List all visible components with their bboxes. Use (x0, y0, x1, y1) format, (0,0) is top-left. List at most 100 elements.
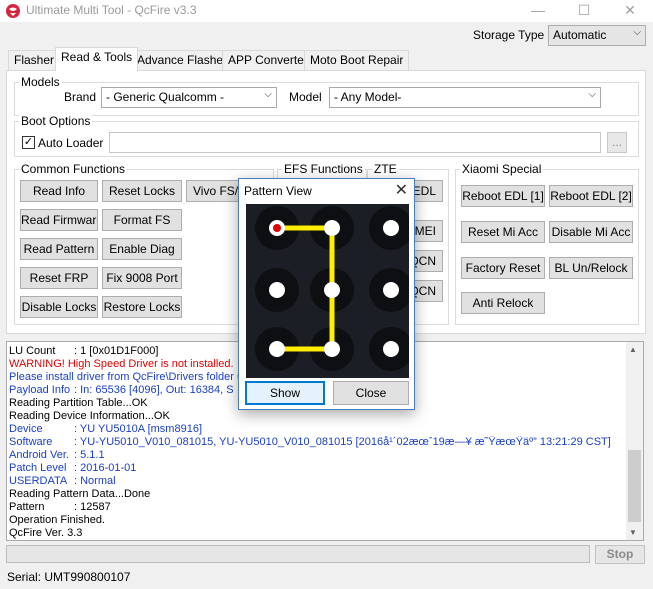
read-firmware-button[interactable]: Read Firmware (20, 209, 98, 231)
reset-mi-acc-button[interactable]: Reset Mi Acc (461, 221, 545, 243)
disable-mi-acc-button[interactable]: Disable Mi Acc (549, 221, 633, 243)
log-key: Pattern (9, 501, 45, 513)
vivo-fs-button[interactable]: Vivo FS/ (186, 180, 242, 202)
maximize-button[interactable]: ☐ (561, 0, 607, 22)
brand-select[interactable]: - Generic Qualcomm - ⌵ (101, 87, 277, 108)
title-bar: Ultimate Multi Tool - QcFire v3.3 — ☐ ✕ (0, 0, 653, 22)
log-value: : In: 65536 [4096], Out: 16384, S (74, 384, 234, 396)
common-functions-group-title: Common Functions (19, 162, 128, 176)
log-line: QcFire Ver. 3.3 (9, 527, 621, 540)
model-value: - Any Model- (334, 90, 402, 104)
pattern-svg (255, 206, 409, 371)
brand-label: Brand (64, 90, 97, 104)
log-line: Patch Level : 2016-01-01 (9, 462, 621, 475)
show-button[interactable]: Show (245, 381, 325, 405)
storage-type-select[interactable]: Automatic ⌵ (548, 25, 646, 46)
log-line: Software: YU-YU5010_V010_081015, YU-YU50… (9, 436, 621, 449)
storage-type-value: Automatic (553, 28, 607, 42)
models-group-title: Models (19, 75, 62, 89)
browse-loader-button[interactable]: ... (607, 132, 627, 153)
log-key: USERDATA (9, 475, 68, 487)
log-value: : 5.1.1 (74, 449, 105, 461)
reboot-edl-1-button[interactable]: Reboot EDL [1] (461, 185, 545, 207)
pattern-node-dot (324, 220, 340, 236)
format-fs-button[interactable]: Format FS (102, 209, 182, 231)
scroll-thumb[interactable] (628, 450, 641, 522)
disable-locks-button[interactable]: Disable Locks (20, 296, 98, 318)
log-value: Reading Partition Table...OK (9, 397, 148, 409)
reset-locks-button[interactable]: Reset Locks (102, 180, 182, 202)
progress-bar (6, 545, 590, 563)
pattern-canvas (246, 204, 409, 378)
log-value: QcFire Ver. 3.3 (9, 527, 83, 539)
read-info-button[interactable]: Read Info (20, 180, 98, 202)
dialog-title: Pattern View (244, 184, 312, 198)
minimize-button[interactable]: — (515, 0, 561, 22)
model-select[interactable]: - Any Model- ⌵ (329, 87, 601, 108)
log-line: USERDATA : Normal (9, 475, 621, 488)
log-value: : 12587 (74, 501, 111, 513)
loader-path-input[interactable] (109, 132, 601, 153)
auto-loader-label: Auto Loader (38, 136, 104, 150)
log-key: Software (9, 436, 53, 448)
log-value: Operation Finished. (9, 514, 105, 526)
log-value: WARNING! High Speed Driver is not instal… (9, 358, 234, 370)
zte-group-title: ZTE (372, 162, 399, 176)
auto-loader-checkbox[interactable]: ✓ (22, 136, 35, 149)
pattern-node-dot (324, 282, 340, 298)
log-value: : 2016-01-01 (74, 462, 137, 474)
log-value: Reading Pattern Data...Done (9, 488, 151, 500)
scroll-down-icon[interactable]: ▼ (629, 528, 637, 537)
log-line: Android Ver. : 5.1.1 (9, 449, 621, 462)
tab-advance-flasher[interactable]: Advance Flasher (131, 50, 234, 70)
enable-diag-button[interactable]: Enable Diag (102, 238, 182, 260)
chevron-down-icon: ⌵ (264, 89, 272, 100)
log-key: LU Count (9, 345, 56, 357)
chevron-down-icon: ⌵ (633, 27, 641, 38)
restore-locks-button[interactable]: Restore Locks (102, 296, 182, 318)
tab-app-converter[interactable]: APP Converter (222, 50, 314, 70)
log-value: Please install driver from QcFire\Driver… (9, 371, 244, 383)
tab-flasher[interactable]: Flasher (8, 50, 61, 70)
model-label: Model (289, 90, 322, 104)
tab-moto-boot-repair[interactable]: Moto Boot Repair (304, 50, 410, 70)
log-value: : Normal (74, 475, 116, 487)
app-logo-icon (6, 4, 20, 18)
stop-button[interactable]: Stop (595, 545, 645, 564)
read-pattern-button[interactable]: Read Pattern (20, 238, 98, 260)
tab-read-tools[interactable]: Read & Tools (55, 47, 139, 71)
boot-options-group-title: Boot Options (19, 114, 93, 128)
bl-unrelock-button[interactable]: BL Un/Relock (549, 257, 633, 279)
reboot-edl-2-button[interactable]: Reboot EDL [2] (549, 185, 633, 207)
close-window-button[interactable]: ✕ (607, 0, 653, 22)
factory-reset-button[interactable]: Factory Reset (461, 257, 545, 279)
pattern-start-marker (273, 224, 281, 232)
anti-relock-button[interactable]: Anti Relock (461, 292, 545, 314)
brand-value: - Generic Qualcomm - (106, 90, 225, 104)
xiaomi-special-group-title: Xiaomi Special (460, 162, 544, 176)
reset-frp-button[interactable]: Reset FRP (20, 267, 98, 289)
pattern-node-dot (383, 341, 399, 357)
log-key: Patch Level (9, 462, 67, 474)
window-title: Ultimate Multi Tool - QcFire v3.3 (26, 3, 197, 17)
scroll-up-icon[interactable]: ▲ (629, 345, 637, 354)
log-scrollbar[interactable]: ▲ ▼ (626, 342, 643, 540)
log-line: Device: YU YU5010A [msm8916] (9, 423, 621, 436)
log-line: Reading Device Information...OK (9, 410, 621, 423)
log-line: Operation Finished. (9, 514, 621, 527)
pattern-node-dot (269, 341, 285, 357)
storage-type-label: Storage Type (473, 28, 545, 42)
efs-functions-group-title: EFS Functions (282, 162, 365, 176)
serial-number: Serial: UMT990800107 (7, 570, 131, 584)
close-button[interactable]: Close (333, 381, 409, 405)
log-value: Reading Device Information...OK (9, 410, 170, 422)
chevron-down-icon: ⌵ (588, 89, 596, 100)
log-key: Device (9, 423, 43, 435)
dialog-close-icon[interactable]: ✕ (395, 180, 408, 200)
fix-9008-port-button[interactable]: Fix 9008 Port (102, 267, 182, 289)
pattern-view-dialog: Pattern View ✕ Show Close (238, 178, 415, 410)
pattern-node-dot (383, 282, 399, 298)
log-key: Android Ver. (9, 449, 69, 461)
log-line: Pattern : 12587 (9, 501, 621, 514)
pattern-node-dot (324, 341, 340, 357)
